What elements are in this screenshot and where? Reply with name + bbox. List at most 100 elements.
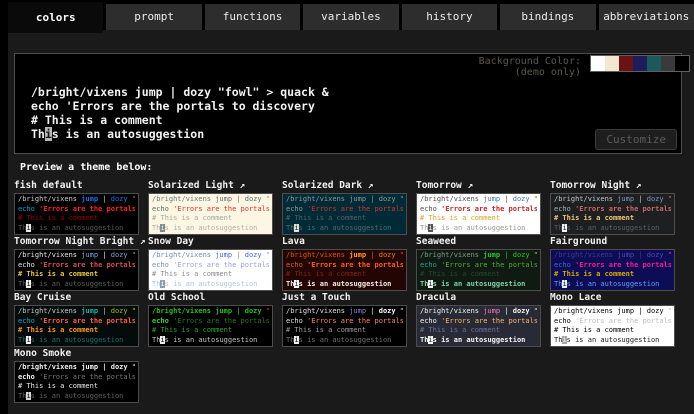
seg-cmd: jump [215, 195, 232, 203]
seg-echo: echo [152, 317, 173, 325]
theme-card-tomorrow-night[interactable]: Tomorrow Night ↗/bright/vixens jump | do… [550, 180, 675, 236]
seg-pipe: | [500, 307, 513, 315]
mini-line-3: # This is a comment [152, 326, 269, 336]
seg-cmd2: dozy [647, 195, 664, 203]
theme-card-just-a-touch[interactable]: Just a Touch/bright/vixens jump | dozy "… [282, 292, 407, 348]
seg-pipe: | [366, 307, 379, 315]
mini-line-2: echo 'Errors are the portals to discover… [286, 205, 403, 215]
seg-autosug: s is an autosuggestion [31, 392, 124, 400]
seg-path: /bright/vixens [286, 307, 349, 315]
theme-card-tomorrow[interactable]: Tomorrow ↗/bright/vixens jump | dozy "fo… [416, 180, 541, 236]
theme-card-lava[interactable]: Lava/bright/vixens jump | dozy "fowl" > … [282, 236, 407, 292]
tab-variables[interactable]: variables [303, 4, 398, 30]
bg-swatch-gray[interactable] [661, 56, 675, 71]
mini-line-1: /bright/vixens jump | dozy "fowl" > quac… [286, 307, 403, 317]
terminal-line-1: /bright/vixens jump | dozy "fowl" > quac… [31, 85, 329, 99]
seg-error: 'Errors are the portals to discovery [441, 205, 537, 213]
seg-quote: "fowl" > quack & [262, 307, 269, 315]
seg-path: /bright/vixens [420, 307, 483, 315]
seg-cmd: jump [81, 195, 98, 203]
bg-swatch-teal[interactable] [647, 56, 661, 71]
seg-cmd2: dozy [379, 251, 396, 259]
theme-card-solarized-light[interactable]: Solarized Light ↗/bright/vixens jump | d… [148, 180, 273, 236]
seg-error: 'Errors are the portals to discovery [307, 205, 403, 213]
seg-autosug: s is an autosuggestion [165, 336, 258, 344]
mini-line-1: /bright/vixens jump | dozy "fowl" > quac… [554, 251, 671, 261]
tab-history[interactable]: history [402, 4, 497, 30]
theme-card-fairground[interactable]: Fairground/bright/vixens jump | dozy "fo… [550, 236, 675, 292]
theme-mini-terminal: /bright/vixens jump | dozy "fowl" > quac… [416, 249, 541, 291]
seg-cmd: jump [81, 307, 98, 315]
seg-cmd: jump [617, 307, 634, 315]
tab-colors[interactable]: colors [8, 2, 103, 33]
mini-line-2: echo 'Errors are the portals to discover… [152, 205, 269, 215]
bg-swatch-black[interactable] [675, 56, 689, 71]
tab-functions[interactable]: functions [205, 4, 300, 30]
tab-bindings[interactable]: bindings [500, 4, 595, 30]
seg-autosug: s is an autosuggestion [165, 224, 258, 232]
bg-swatch-navy[interactable] [633, 56, 647, 71]
seg-cmd2: dozy [245, 251, 262, 259]
mini-line-3: # This is a comment [18, 214, 135, 224]
theme-card-bay-cruise[interactable]: Bay Cruise/bright/vixens jump | dozy "fo… [14, 292, 139, 348]
mini-line-1: /bright/vixens jump | dozy "fowl" > quac… [18, 363, 135, 373]
mini-line-3: # This is a comment [286, 214, 403, 224]
mini-line-4: This is an autosuggestion [286, 280, 403, 290]
mini-line-2: echo 'Errors are the portals to discover… [286, 261, 403, 271]
seg-error: 'Errors are the portals to discovery [173, 317, 269, 325]
theme-card-seaweed[interactable]: Seaweed/bright/vixens jump | dozy "fowl"… [416, 236, 541, 292]
theme-card-mono-lace[interactable]: Mono Lace/bright/vixens jump | dozy "fow… [550, 292, 675, 348]
theme-name: Dracula [416, 292, 541, 304]
seg-cmd2: dozy [245, 307, 262, 315]
seg-quote: "fowl" > quack & [664, 251, 671, 259]
seg-comment: # This is a comment [286, 326, 366, 334]
seg-quote: "fowl" > quack & [530, 307, 537, 315]
seg-autosug: s is an autosuggestion [165, 280, 258, 288]
theme-name: Bay Cruise [14, 292, 139, 304]
seg-path: /bright/vixens [152, 251, 215, 259]
seg-path: /bright/vixens [18, 251, 81, 259]
bg-swatch-dark-red[interactable] [619, 56, 633, 71]
tab-abbreviations[interactable]: abbreviations [599, 4, 694, 30]
theme-card-fish-default[interactable]: fish default/bright/vixens jump | dozy "… [14, 180, 139, 236]
seg-error: 'Errors are the portals to discovery [307, 261, 403, 269]
seg-comment: # This is a comment [286, 214, 366, 222]
tab-prompt[interactable]: prompt [106, 4, 201, 30]
seg-comment: # This is a comment [18, 382, 98, 390]
theme-mini-terminal: /bright/vixens jump | dozy "fowl" > quac… [148, 193, 273, 235]
mini-line-4: This is an autosuggestion [18, 224, 135, 234]
seg-error: 'Errors are the portals to discovery [575, 317, 671, 325]
seg-quote: "fowl" > quack & [128, 363, 135, 371]
theme-card-dracula[interactable]: Dracula/bright/vixens jump | dozy "fowl"… [416, 292, 541, 348]
seg-pipe: | [366, 195, 379, 203]
seg-cmd2: dozy [111, 307, 128, 315]
theme-card-old-school[interactable]: Old School/bright/vixens jump | dozy "fo… [148, 292, 273, 348]
seg-cmd2: dozy [513, 195, 530, 203]
seg-cmd: jump [215, 251, 232, 259]
mini-line-1: /bright/vixens jump | dozy "fowl" > quac… [420, 307, 537, 317]
bg-swatch-cream[interactable] [605, 56, 619, 71]
seg-pipe: | [366, 251, 379, 259]
theme-card-snow-day[interactable]: Snow Day/bright/vixens jump | dozy "fowl… [148, 236, 273, 292]
seg-pipe: | [500, 251, 513, 259]
mini-line-3: # This is a comment [554, 326, 671, 336]
theme-name: Mono Lace [550, 292, 675, 304]
theme-name: Mono Smoke [14, 348, 139, 360]
theme-card-tomorrow-night-bright[interactable]: Tomorrow Night Bright ↗/bright/vixens ju… [14, 236, 139, 292]
seg-path: /bright/vixens [286, 251, 349, 259]
seg-cmd2: dozy [647, 251, 664, 259]
seg-pipe: | [232, 251, 245, 259]
theme-card-mono-smoke[interactable]: Mono Smoke/bright/vixens jump | dozy "fo… [14, 348, 139, 404]
mini-line-4: This is an autosuggestion [152, 280, 269, 290]
seg-comment: # This is a comment [152, 214, 232, 222]
seg-pipe: | [98, 363, 111, 371]
seg-pipe: | [98, 251, 111, 259]
customize-button[interactable]: Customize [595, 129, 677, 150]
bg-swatch-white[interactable] [591, 56, 605, 71]
theme-name: Seaweed [416, 236, 541, 248]
mini-line-2: echo 'Errors are the portals to discover… [18, 205, 135, 215]
seg-pipe: | [634, 251, 647, 259]
mini-line-1: /bright/vixens jump | dozy "fowl" > quac… [18, 195, 135, 205]
theme-card-solarized-dark[interactable]: Solarized Dark ↗/bright/vixens jump | do… [282, 180, 407, 236]
seg-cmd: jump [617, 251, 634, 259]
